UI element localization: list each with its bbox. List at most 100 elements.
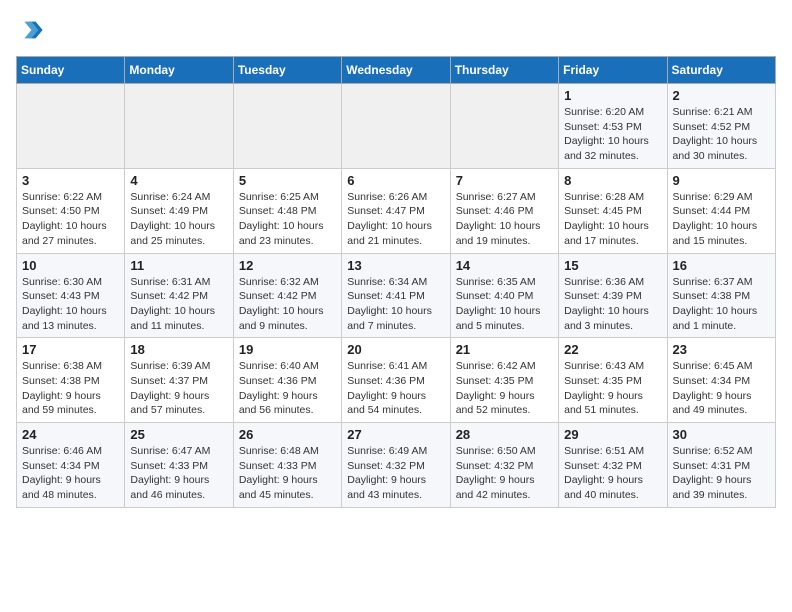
calendar-cell: 19Sunrise: 6:40 AM Sunset: 4:36 PM Dayli… <box>233 338 341 423</box>
day-detail: Sunrise: 6:20 AM Sunset: 4:53 PM Dayligh… <box>564 105 661 164</box>
day-number: 29 <box>564 427 661 442</box>
calendar-cell <box>17 84 125 169</box>
day-number: 1 <box>564 88 661 103</box>
logo-icon <box>16 16 44 44</box>
calendar-cell: 7 Sunrise: 6:27 AM Sunset: 4:46 PM Daylig… <box>450 168 558 253</box>
day-detail: Sunrise: 6:41 AM Sunset: 4:36 PM Dayligh… <box>347 359 444 418</box>
day-number: 26 <box>239 427 336 442</box>
calendar-cell <box>233 84 341 169</box>
weekday-header: Tuesday <box>233 57 341 84</box>
day-number: 22 <box>564 342 661 357</box>
day-detail: Sunrise: 6:32 AM Sunset: 4:42 PM Dayligh… <box>239 275 336 334</box>
calendar-cell: 1 Sunrise: 6:20 AM Sunset: 4:53 PM Daylig… <box>559 84 667 169</box>
day-number: 8 <box>564 173 661 188</box>
calendar-header: SundayMondayTuesdayWednesdayThursdayFrid… <box>17 57 776 84</box>
calendar-cell <box>125 84 233 169</box>
calendar-cell <box>450 84 558 169</box>
day-number: 27 <box>347 427 444 442</box>
calendar-cell: 16Sunrise: 6:37 AM Sunset: 4:38 PM Dayli… <box>667 253 775 338</box>
weekday-header: Thursday <box>450 57 558 84</box>
day-detail: Sunrise: 6:25 AM Sunset: 4:48 PM Dayligh… <box>239 190 336 249</box>
day-detail: Sunrise: 6:48 AM Sunset: 4:33 PM Dayligh… <box>239 444 336 503</box>
calendar-cell: 6 Sunrise: 6:26 AM Sunset: 4:47 PM Daylig… <box>342 168 450 253</box>
day-detail: Sunrise: 6:38 AM Sunset: 4:38 PM Dayligh… <box>22 359 119 418</box>
calendar-cell: 23 Sunrise: 6:45 AM Sunset: 4:34 PM Dayli… <box>667 338 775 423</box>
calendar-cell: 10 Sunrise: 6:30 AM Sunset: 4:43 PM Dayli… <box>17 253 125 338</box>
day-number: 17 <box>22 342 119 357</box>
weekday-header: Sunday <box>17 57 125 84</box>
day-detail: Sunrise: 6:42 AM Sunset: 4:35 PM Dayligh… <box>456 359 553 418</box>
weekday-header: Wednesday <box>342 57 450 84</box>
day-number: 28 <box>456 427 553 442</box>
day-detail: Sunrise: 6:46 AM Sunset: 4:34 PM Dayligh… <box>22 444 119 503</box>
day-detail: Sunrise: 6:39 AM Sunset: 4:37 PM Dayligh… <box>130 359 227 418</box>
day-detail: Sunrise: 6:28 AM Sunset: 4:45 PM Dayligh… <box>564 190 661 249</box>
day-detail: Sunrise: 6:26 AM Sunset: 4:47 PM Dayligh… <box>347 190 444 249</box>
calendar-cell: 26 Sunrise: 6:48 AM Sunset: 4:33 PM Dayli… <box>233 423 341 508</box>
page-header <box>16 16 776 44</box>
calendar-week: 24 Sunrise: 6:46 AM Sunset: 4:34 PM Dayli… <box>17 423 776 508</box>
day-number: 20 <box>347 342 444 357</box>
day-detail: Sunrise: 6:22 AM Sunset: 4:50 PM Dayligh… <box>22 190 119 249</box>
day-number: 4 <box>130 173 227 188</box>
calendar-cell: 27 Sunrise: 6:49 AM Sunset: 4:32 PM Dayli… <box>342 423 450 508</box>
day-detail: Sunrise: 6:51 AM Sunset: 4:32 PM Dayligh… <box>564 444 661 503</box>
calendar-cell: 15Sunrise: 6:36 AM Sunset: 4:39 PM Dayli… <box>559 253 667 338</box>
weekday-header: Saturday <box>667 57 775 84</box>
calendar-cell: 25 Sunrise: 6:47 AM Sunset: 4:33 PM Dayli… <box>125 423 233 508</box>
day-number: 13 <box>347 258 444 273</box>
day-detail: Sunrise: 6:36 AM Sunset: 4:39 PM Dayligh… <box>564 275 661 334</box>
calendar-cell <box>342 84 450 169</box>
day-number: 25 <box>130 427 227 442</box>
day-detail: Sunrise: 6:37 AM Sunset: 4:38 PM Dayligh… <box>673 275 770 334</box>
calendar-cell: 13 Sunrise: 6:34 AM Sunset: 4:41 PM Dayli… <box>342 253 450 338</box>
day-number: 10 <box>22 258 119 273</box>
calendar-week: 17 Sunrise: 6:38 AM Sunset: 4:38 PM Dayli… <box>17 338 776 423</box>
day-number: 11 <box>130 258 227 273</box>
calendar-cell: 18 Sunrise: 6:39 AM Sunset: 4:37 PM Dayli… <box>125 338 233 423</box>
calendar-cell: 5 Sunrise: 6:25 AM Sunset: 4:48 PM Daylig… <box>233 168 341 253</box>
day-number: 7 <box>456 173 553 188</box>
calendar-cell: 11 Sunrise: 6:31 AM Sunset: 4:42 PM Dayli… <box>125 253 233 338</box>
day-detail: Sunrise: 6:47 AM Sunset: 4:33 PM Dayligh… <box>130 444 227 503</box>
calendar-week: 3 Sunrise: 6:22 AM Sunset: 4:50 PM Daylig… <box>17 168 776 253</box>
day-number: 24 <box>22 427 119 442</box>
calendar-cell: 17 Sunrise: 6:38 AM Sunset: 4:38 PM Dayli… <box>17 338 125 423</box>
day-detail: Sunrise: 6:43 AM Sunset: 4:35 PM Dayligh… <box>564 359 661 418</box>
day-number: 18 <box>130 342 227 357</box>
day-number: 23 <box>673 342 770 357</box>
day-detail: Sunrise: 6:29 AM Sunset: 4:44 PM Dayligh… <box>673 190 770 249</box>
day-detail: Sunrise: 6:50 AM Sunset: 4:32 PM Dayligh… <box>456 444 553 503</box>
day-detail: Sunrise: 6:27 AM Sunset: 4:46 PM Dayligh… <box>456 190 553 249</box>
day-number: 3 <box>22 173 119 188</box>
day-number: 9 <box>673 173 770 188</box>
calendar-cell: 4 Sunrise: 6:24 AM Sunset: 4:49 PM Daylig… <box>125 168 233 253</box>
calendar-cell: 24 Sunrise: 6:46 AM Sunset: 4:34 PM Dayli… <box>17 423 125 508</box>
day-detail: Sunrise: 6:45 AM Sunset: 4:34 PM Dayligh… <box>673 359 770 418</box>
calendar-cell: 2Sunrise: 6:21 AM Sunset: 4:52 PM Daylig… <box>667 84 775 169</box>
day-detail: Sunrise: 6:30 AM Sunset: 4:43 PM Dayligh… <box>22 275 119 334</box>
day-detail: Sunrise: 6:34 AM Sunset: 4:41 PM Dayligh… <box>347 275 444 334</box>
calendar-week: 10 Sunrise: 6:30 AM Sunset: 4:43 PM Dayli… <box>17 253 776 338</box>
day-number: 6 <box>347 173 444 188</box>
calendar-cell: 8 Sunrise: 6:28 AM Sunset: 4:45 PM Daylig… <box>559 168 667 253</box>
day-detail: Sunrise: 6:35 AM Sunset: 4:40 PM Dayligh… <box>456 275 553 334</box>
day-number: 19 <box>239 342 336 357</box>
day-number: 12 <box>239 258 336 273</box>
calendar-cell: 28 Sunrise: 6:50 AM Sunset: 4:32 PM Dayli… <box>450 423 558 508</box>
calendar-cell: 20 Sunrise: 6:41 AM Sunset: 4:36 PM Dayli… <box>342 338 450 423</box>
weekday-header: Friday <box>559 57 667 84</box>
day-number: 21 <box>456 342 553 357</box>
calendar-table: SundayMondayTuesdayWednesdayThursdayFrid… <box>16 56 776 508</box>
day-detail: Sunrise: 6:24 AM Sunset: 4:49 PM Dayligh… <box>130 190 227 249</box>
calendar-cell: 29 Sunrise: 6:51 AM Sunset: 4:32 PM Dayli… <box>559 423 667 508</box>
day-detail: Sunrise: 6:49 AM Sunset: 4:32 PM Dayligh… <box>347 444 444 503</box>
calendar-cell: 30Sunrise: 6:52 AM Sunset: 4:31 PM Dayli… <box>667 423 775 508</box>
weekday-header: Monday <box>125 57 233 84</box>
day-number: 30 <box>673 427 770 442</box>
day-number: 5 <box>239 173 336 188</box>
logo <box>16 16 48 44</box>
calendar-cell: 12 Sunrise: 6:32 AM Sunset: 4:42 PM Dayli… <box>233 253 341 338</box>
calendar-week: 1 Sunrise: 6:20 AM Sunset: 4:53 PM Daylig… <box>17 84 776 169</box>
day-detail: Sunrise: 6:31 AM Sunset: 4:42 PM Dayligh… <box>130 275 227 334</box>
